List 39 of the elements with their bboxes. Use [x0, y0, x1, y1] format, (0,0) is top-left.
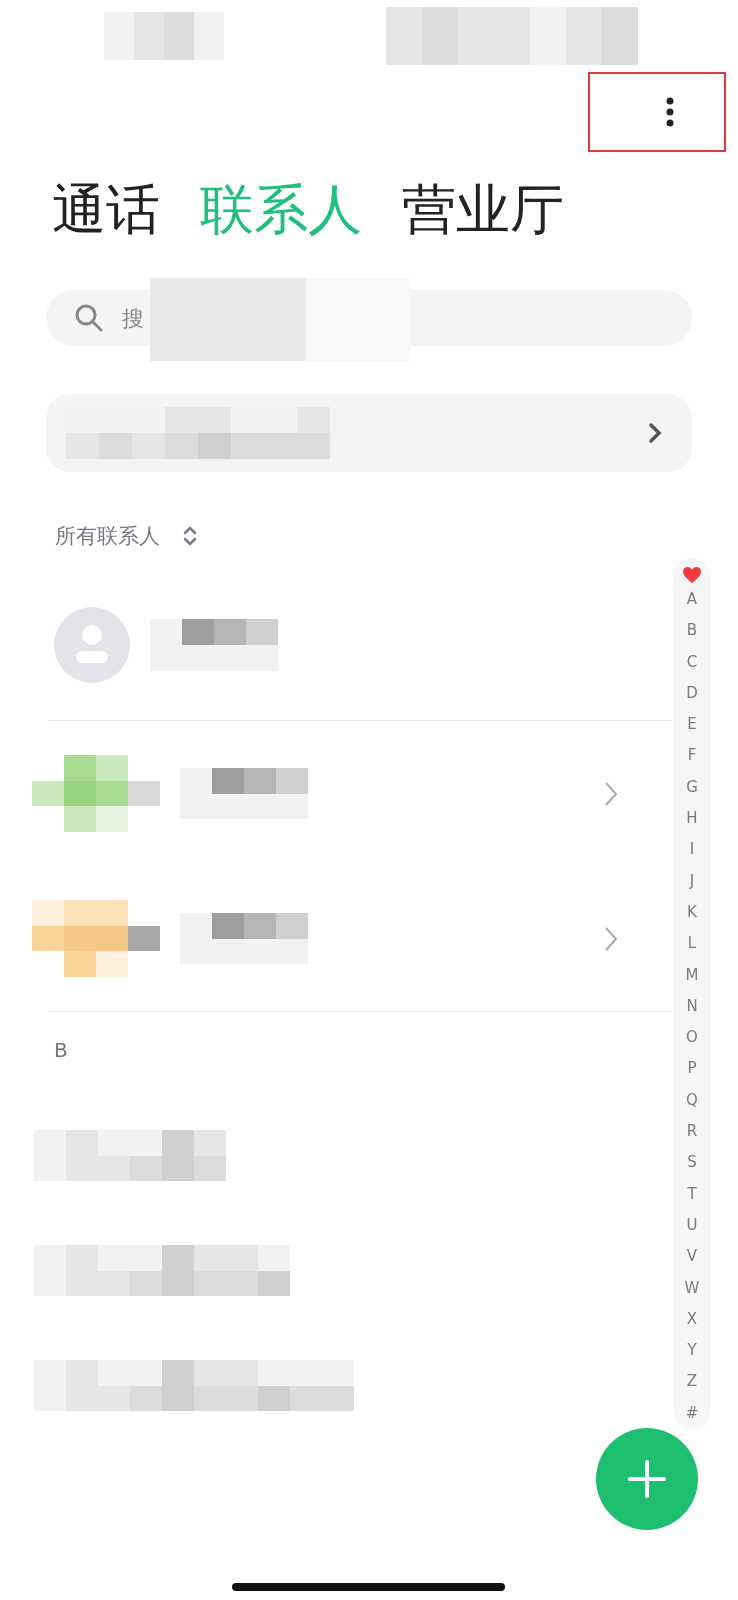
index-letter[interactable]: M — [685, 959, 699, 991]
section-header: B — [54, 1038, 68, 1062]
index-letter[interactable]: U — [686, 1209, 698, 1242]
index-letter[interactable]: X — [686, 1303, 698, 1336]
search-field[interactable]: 搜 — [122, 305, 146, 331]
index-letter[interactable]: H — [686, 803, 698, 835]
index-letter[interactable]: F — [687, 740, 697, 772]
index-letter[interactable]: N — [686, 990, 698, 1023]
index-letter[interactable]: E — [687, 709, 697, 741]
index-letter[interactable]: G — [686, 771, 698, 804]
index-letter[interactable]: J — [689, 865, 695, 897]
alphabet-index-bar[interactable]: A B C D E F G H I J K L M N O P Q R S T U V W X Y Z # — [674, 558, 710, 1429]
tab[interactable]: 联系人 — [200, 160, 362, 260]
index-letter[interactable]: W — [684, 1272, 700, 1304]
index-letter[interactable]: S — [687, 1147, 697, 1179]
chevron-icon — [648, 422, 662, 444]
contacts-filter-label: 所有联系人 — [55, 523, 160, 550]
index-letter[interactable]: D — [686, 677, 698, 710]
index-letter[interactable]: # — [685, 1397, 699, 1429]
index-letter[interactable]: R — [686, 1116, 698, 1148]
plus-icon — [627, 1459, 667, 1499]
tab[interactable]: 通话 — [52, 160, 160, 260]
index-letter[interactable]: T — [687, 1178, 697, 1210]
index-letter[interactable]: P — [687, 1053, 697, 1085]
search-icon — [74, 303, 104, 333]
index-letter[interactable]: Q — [686, 1084, 698, 1117]
index-letter[interactable]: B — [686, 615, 698, 647]
index-letter[interactable]: Y — [687, 1335, 697, 1367]
index-letter[interactable]: V — [686, 1241, 698, 1273]
index-letter[interactable]: C — [686, 646, 698, 678]
index-letter[interactable]: O — [686, 1022, 698, 1054]
tab[interactable]: 营业厅 — [402, 160, 564, 260]
index-letter[interactable]: L — [687, 928, 697, 960]
index-letter[interactable]: I — [689, 834, 695, 866]
sort-toggle-icon[interactable] — [182, 525, 198, 547]
heart-icon[interactable] — [682, 566, 702, 584]
index-letter[interactable]: K — [687, 896, 697, 929]
index-letter[interactable]: A — [686, 584, 698, 616]
index-letter[interactable]: Z — [686, 1366, 698, 1398]
